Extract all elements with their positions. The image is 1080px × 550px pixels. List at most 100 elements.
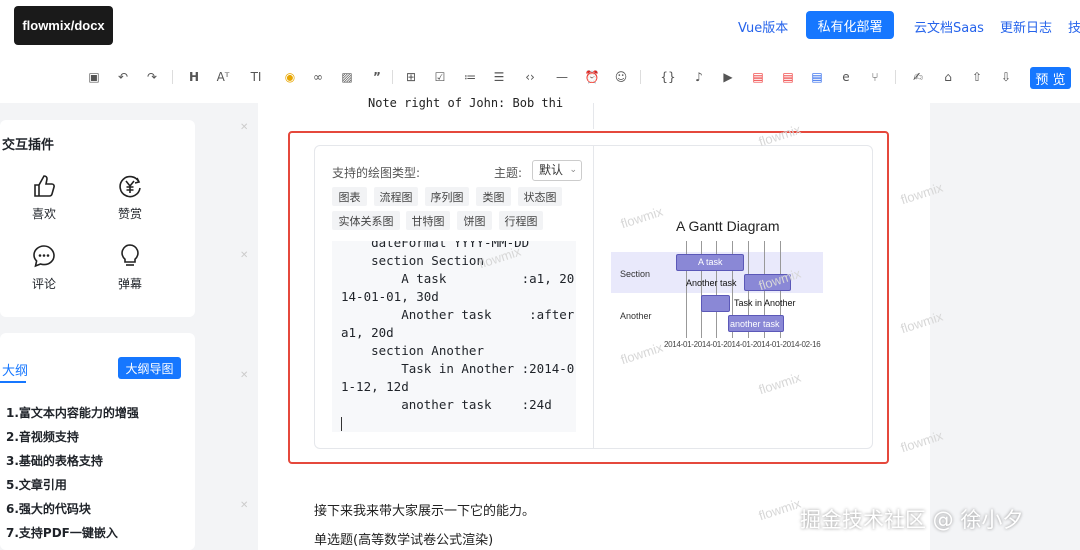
gantt-task-label: A task: [698, 257, 723, 267]
code-line: A task :a1, 20: [341, 271, 575, 286]
panel-title: 交互插件: [2, 138, 55, 153]
thumbs-up-icon: [34, 175, 55, 197]
diagram-type-tag[interactable]: 流程图: [374, 187, 418, 206]
code-line: Another task :after: [341, 307, 575, 322]
diagram-types-label: 支持的绘图类型:: [332, 166, 421, 180]
text-cursor: [341, 417, 342, 431]
nav-tech[interactable]: 技: [1068, 17, 1080, 36]
app-logo[interactable]: flowmix/docx: [14, 6, 113, 45]
active-tab-indicator: [0, 381, 26, 383]
code-line: Task in Another :2014-0: [341, 361, 575, 376]
sign-icon[interactable]: ✍: [910, 69, 926, 85]
reward-plugin[interactable]: 赞赏: [110, 173, 150, 222]
diagram-divider: [593, 146, 594, 448]
code-line: a1, 20d: [341, 325, 394, 340]
gantt-title: A Gantt Diagram: [676, 218, 780, 234]
outline-item[interactable]: 5.文章引用: [6, 477, 139, 501]
git-icon[interactable]: ⑂: [867, 69, 883, 85]
edge-icon[interactable]: e: [838, 69, 854, 85]
bullet-list-icon[interactable]: ☰: [491, 69, 507, 85]
ordered-list-icon[interactable]: ≔: [462, 69, 478, 85]
theme-select[interactable]: 默认 ⌄: [532, 160, 582, 181]
divider-icon[interactable]: —: [554, 69, 570, 85]
paragraph[interactable]: 接下来我来带大家展示一下它的能力。: [314, 500, 535, 519]
mic-icon[interactable]: ♪: [691, 69, 707, 85]
outline-panel: 大纲 大纲导图 1.富文本内容能力的增强 2.音视频支持 3.基础的表格支持 5…: [0, 333, 195, 550]
diagram-type-tag[interactable]: 序列图: [425, 187, 469, 206]
reward-label: 赞赏: [117, 207, 142, 221]
watermark-mark: ✕: [240, 250, 249, 261]
undo-icon[interactable]: ↶: [115, 69, 131, 85]
theme-label: 主题:: [494, 166, 523, 180]
toolbar-divider: [640, 70, 641, 84]
gantt-task-label: Another task: [686, 278, 737, 288]
quote-icon[interactable]: ”: [369, 69, 385, 85]
watermark-mark: ✕: [240, 122, 249, 133]
alarm-icon[interactable]: ⏰: [584, 69, 600, 85]
outline-mindmap-button[interactable]: 大纲导图: [118, 357, 181, 379]
diagram-type-tag[interactable]: 图表: [332, 187, 367, 206]
diagram-type-tag[interactable]: 类图: [476, 187, 511, 206]
redo-icon[interactable]: ↷: [144, 69, 160, 85]
tab-outline[interactable]: 大纲: [2, 360, 28, 379]
diagram-code-editor[interactable]: dateFormat YYYY-MM-DD section Section A …: [332, 241, 576, 432]
diagram-type-tag[interactable]: 状态图: [518, 187, 562, 206]
like-label: 喜欢: [31, 207, 56, 221]
code-line: another task :24d: [341, 397, 552, 412]
theme-value: 默认: [539, 163, 564, 177]
code-icon[interactable]: ‹›: [522, 69, 538, 85]
braces-icon[interactable]: {}: [660, 69, 676, 85]
like-plugin[interactable]: 喜欢: [24, 173, 64, 222]
gantt-section-label: Another: [620, 311, 652, 321]
save-icon[interactable]: ▣: [86, 69, 102, 85]
pdf2-icon[interactable]: ▤: [780, 69, 796, 85]
code-line: section Another: [341, 343, 484, 358]
table-icon[interactable]: ⊞: [403, 69, 419, 85]
diagram-type-tag[interactable]: 饼图: [457, 211, 492, 230]
watermark-mark: ✕: [240, 370, 249, 381]
code-line: 1-12, 12d: [341, 379, 409, 394]
image-icon[interactable]: ▨: [339, 69, 355, 85]
gantt-task-label: Task in Another: [734, 298, 796, 308]
toolbar-divider: [895, 70, 896, 84]
highlight-icon[interactable]: ◉: [282, 69, 298, 85]
code-line: section Section: [341, 253, 484, 268]
emoji-icon[interactable]: ☺: [613, 69, 629, 85]
link-icon[interactable]: ∞: [310, 69, 326, 85]
nav-private-deploy-button[interactable]: 私有化部署: [806, 11, 894, 39]
diagram-type-tag[interactable]: 甘特图: [406, 211, 450, 230]
outline-item[interactable]: 7.支持PDF一键嵌入: [6, 525, 139, 549]
gantt-axis-labels: 2014-01-2014-01-2014-01-2014-01-2014-02-…: [664, 340, 821, 349]
interaction-plugins-panel: 交互插件 喜欢 赞赏 评论 弹幕: [0, 120, 195, 317]
outline-item[interactable]: 1.富文本内容能力的增强: [6, 405, 139, 429]
outline-item[interactable]: 2.音视频支持: [6, 429, 139, 453]
font-size-icon[interactable]: Aᵀ: [215, 69, 231, 85]
preview-button[interactable]: 预 览: [1030, 67, 1071, 89]
snippet-divider: [593, 103, 594, 129]
right-margin: [930, 103, 1080, 550]
nav-changelog[interactable]: 更新日志: [1000, 17, 1052, 36]
outline-list: 1.富文本内容能力的增强 2.音视频支持 3.基础的表格支持 5.文章引用 6.…: [6, 405, 139, 549]
comment-plugin[interactable]: 评论: [24, 243, 64, 292]
nav-vue-version[interactable]: Vue版本: [738, 17, 788, 36]
paragraph[interactable]: 单选题(高等数学试卷公式渲染): [314, 529, 493, 548]
previous-code-snippet: Note right of John: Bob thi: [368, 96, 564, 110]
outline-item[interactable]: 3.基础的表格支持: [6, 453, 139, 477]
gantt-section-label: Section: [620, 269, 651, 279]
diagram-type-tag[interactable]: 实体关系图: [332, 211, 400, 230]
checkbox-icon[interactable]: ☑: [432, 69, 448, 85]
word-icon[interactable]: ▤: [809, 69, 825, 85]
outline-item[interactable]: 6.强大的代码块: [6, 501, 139, 525]
top-bar: flowmix/docx Vue版本 私有化部署 云文档Saas 更新日志 技 …: [0, 0, 1080, 103]
bank-icon[interactable]: ⌂: [940, 69, 956, 85]
upload-icon[interactable]: ⇧: [969, 69, 985, 85]
danmaku-plugin[interactable]: 弹幕: [110, 243, 150, 292]
bulb-icon: [121, 244, 139, 266]
download-icon[interactable]: ⇩: [998, 69, 1014, 85]
heading-icon[interactable]: H: [186, 69, 202, 85]
text-style-icon[interactable]: TI: [248, 69, 264, 85]
pdf-icon[interactable]: ▤: [750, 69, 766, 85]
nav-cloud-saas[interactable]: 云文档Saas: [914, 17, 984, 36]
diagram-type-tag[interactable]: 行程图: [499, 211, 543, 230]
video-icon[interactable]: ▶: [720, 69, 736, 85]
